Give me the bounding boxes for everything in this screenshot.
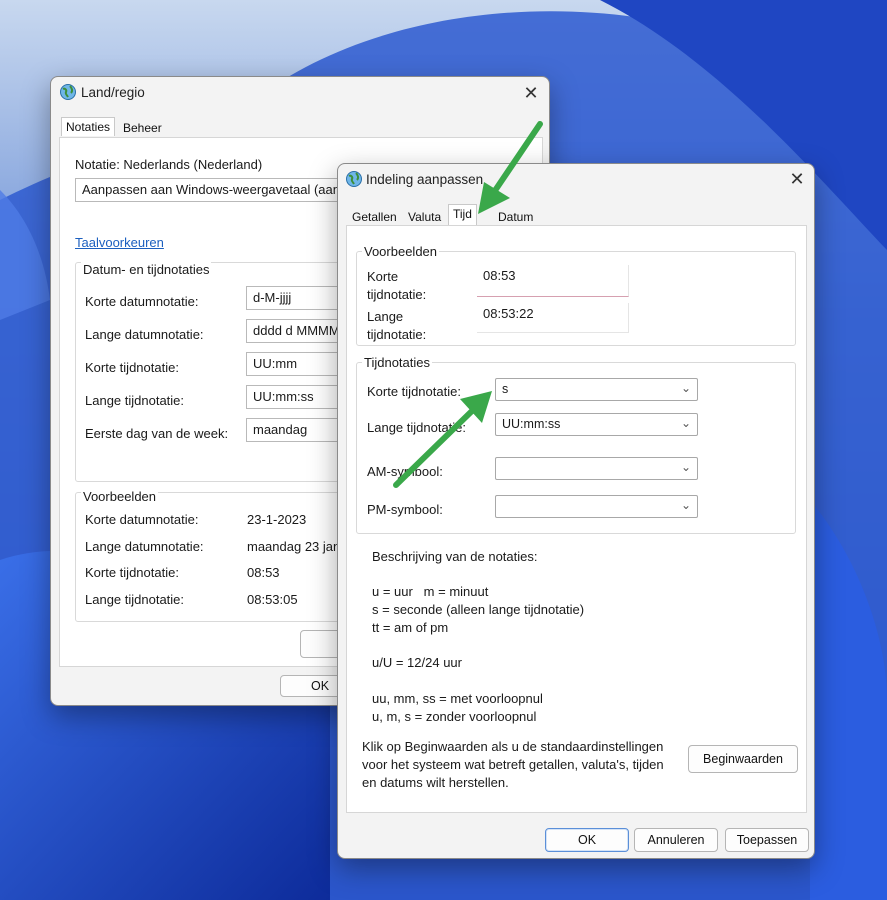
taalvoorkeuren-link[interactable]: Taalvoorkeuren — [75, 235, 164, 250]
lange-tijdnotatie-combo[interactable]: UU:mm:ss ⌄ — [495, 413, 698, 436]
reset-text-line: Klik op Beginwaarden als u de standaardi… — [362, 739, 664, 754]
tab-getallen[interactable]: Getallen — [348, 208, 401, 226]
toepassen-button[interactable]: Toepassen — [725, 828, 809, 852]
tab-valuta[interactable]: Valuta — [404, 208, 445, 226]
globe-icon — [346, 171, 362, 187]
arrow-to-korte-tijdnotatie — [393, 391, 492, 488]
example-label-line1: Lange — [367, 309, 404, 324]
notation-select[interactable]: Aanpassen aan Windows-weergavetaal (aanb — [75, 178, 355, 202]
description-line: s = seconde (alleen lange tijdnotatie) — [372, 602, 585, 617]
eerste-dag-label: Eerste dag van de week: — [85, 426, 229, 441]
example-value: 23-1-2023 — [247, 512, 307, 527]
korte-datumnotatie-field[interactable]: d-M-jjjj — [246, 286, 342, 310]
eerste-dag-field[interactable]: maandag — [246, 418, 342, 442]
chevron-down-icon: ⌄ — [680, 416, 691, 430]
example-label-line1: Korte — [367, 269, 399, 284]
lange-datumnotatie-label: Lange datumnotatie: — [85, 327, 204, 342]
title-bar: Land/regio ✕ — [51, 77, 549, 107]
korte-tijdnotatie-label: Korte tijdnotatie: — [85, 360, 179, 375]
example-label-line2: tijdnotatie: — [367, 287, 427, 302]
lange-datumnotatie-field[interactable]: dddd d MMMM — [246, 319, 342, 343]
am-symbool-combo[interactable]: ⌄ — [495, 457, 698, 480]
korte-tijdnotatie-field[interactable]: UU:mm — [246, 352, 342, 376]
formats-header: Tijdnotaties — [362, 355, 432, 370]
reset-text-line: voor het systeem wat betreft getallen, v… — [362, 757, 664, 772]
reset-text-line: en datums wilt herstellen. — [362, 775, 509, 790]
notation-label: Notatie: Nederlands (Nederland) — [75, 157, 263, 172]
description-line: uu, mm, ss = met voorloopnul — [372, 691, 543, 706]
example-label: Korte tijdnotatie: — [85, 565, 179, 580]
example-value: 08:53:05 — [247, 592, 298, 607]
description-header: Beschrijving van de notaties: — [372, 549, 538, 564]
window-title: Land/regio — [81, 85, 145, 100]
example-value: 08:53:22 — [477, 303, 629, 333]
close-button[interactable]: ✕ — [782, 166, 812, 192]
example-value: maandag 23 jan — [247, 539, 341, 554]
tijd-panel: Voorbeelden Korte tijdnotatie: 08:53 Lan… — [346, 225, 807, 813]
lange-tijdnotatie-label: Lange tijdnotatie: — [85, 393, 185, 408]
chevron-down-icon: ⌄ — [680, 498, 691, 512]
tab-notaties[interactable]: Notaties — [61, 117, 116, 136]
globe-icon — [60, 84, 76, 100]
chevron-down-icon: ⌄ — [680, 381, 691, 395]
description-line: tt = am of pm — [372, 620, 449, 635]
beginwaarden-button[interactable]: Beginwaarden — [688, 745, 798, 773]
chevron-down-icon: ⌄ — [680, 460, 691, 474]
examples-header: Voorbeelden — [362, 244, 440, 259]
description-line: u/U = 12/24 uur — [372, 655, 462, 670]
example-label: Lange datumnotatie: — [85, 539, 204, 554]
example-label: Lange tijdnotatie: — [85, 592, 185, 607]
pm-symbool-label: PM-symbool: — [367, 502, 443, 517]
example-label-line2: tijdnotatie: — [367, 327, 427, 342]
lange-tijdnotatie-field[interactable]: UU:mm:ss — [246, 385, 342, 409]
example-value: 08:53 — [247, 565, 280, 580]
pm-symbool-combo[interactable]: ⌄ — [495, 495, 698, 518]
indeling-aanpassen-window: Indeling aanpassen ✕ Getallen Valuta Tij… — [337, 163, 815, 859]
tab-beheer[interactable]: Beheer — [119, 119, 166, 137]
annuleren-button[interactable]: Annuleren — [634, 828, 718, 852]
combo-value: UU:mm:ss — [502, 417, 561, 431]
description-line: u = uur m = minuut — [372, 584, 489, 599]
ok-button[interactable]: OK — [545, 828, 629, 852]
title-bar: Indeling aanpassen ✕ — [338, 164, 814, 194]
example-label: Korte datumnotatie: — [85, 512, 199, 527]
examples-header: Voorbeelden — [81, 489, 159, 504]
window-title: Indeling aanpassen — [366, 172, 484, 187]
example-value: 08:53 — [477, 265, 629, 297]
arrow-to-tijd-tab — [478, 121, 543, 214]
korte-tijdnotatie-combo[interactable]: s ⌄ — [495, 378, 698, 401]
formats-header: Datum- en tijdnotaties — [81, 262, 212, 277]
combo-value: s — [502, 382, 509, 396]
description-line: u, m, s = zonder voorloopnul — [372, 709, 537, 724]
korte-datumnotatie-label: Korte datumnotatie: — [85, 294, 199, 309]
close-button[interactable]: ✕ — [516, 80, 546, 106]
